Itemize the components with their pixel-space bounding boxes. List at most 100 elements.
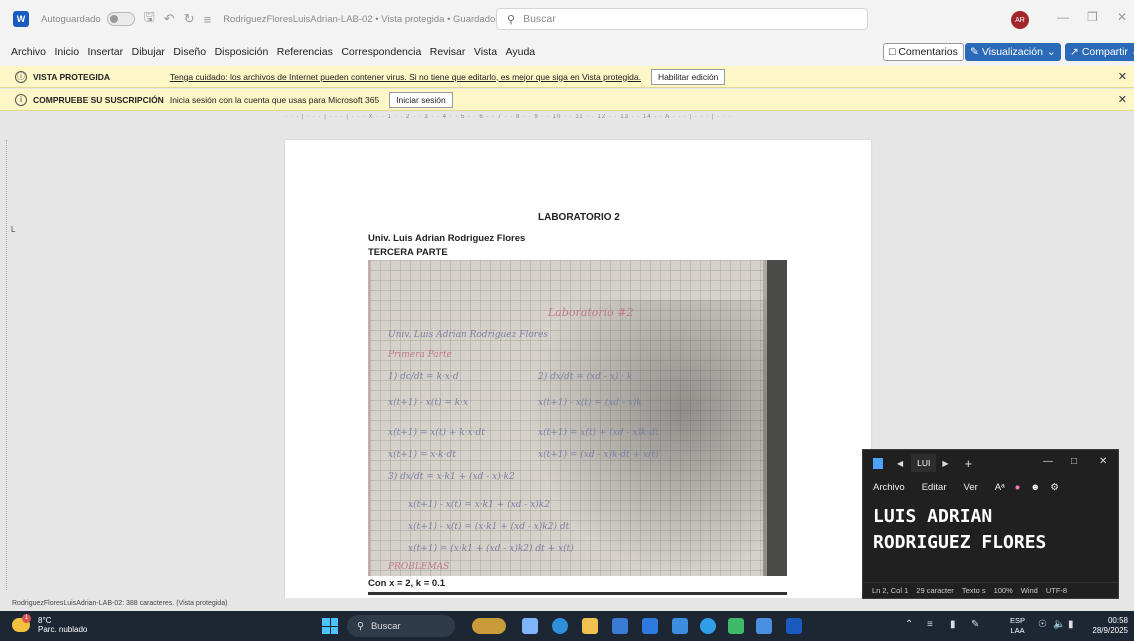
clock[interactable]: 00:58 28/9/2025 xyxy=(1084,616,1128,636)
restore-icon[interactable]: ❐ xyxy=(1087,10,1098,24)
document-author: Univ. Luis Adrian Rodriguez Flores xyxy=(368,233,526,244)
tab-dibujar[interactable]: Dibujar xyxy=(132,46,165,58)
save-icon[interactable]: 🖫 xyxy=(144,8,155,30)
tab-scroll-right-icon[interactable]: ▶ xyxy=(942,459,948,468)
widgets-icon[interactable] xyxy=(472,618,506,634)
language-indicator[interactable]: ESP LAA xyxy=(1010,616,1025,636)
view-mode-button[interactable]: ✎ Visualización ⌄ xyxy=(965,43,1061,61)
sign-in-button[interactable]: Iniciar sesión xyxy=(389,91,453,108)
close-icon[interactable]: ✕ xyxy=(1117,10,1127,24)
enable-editing-button[interactable]: Habilitar edición xyxy=(650,68,726,85)
notepad-taskbar-icon[interactable] xyxy=(756,618,772,634)
handwritten-line: x(t+1) - x(t) = x·k1 + (xd - x)k2 xyxy=(408,500,550,510)
vertical-ruler[interactable] xyxy=(6,140,18,590)
handwritten-line: 3) dx/dt = x·k1 + (xd - x)·k2 xyxy=(388,472,515,482)
autosave-toggle[interactable] xyxy=(106,12,135,26)
wifi-icon[interactable]: ☉ xyxy=(1038,619,1047,630)
outlook-icon[interactable] xyxy=(672,618,688,634)
close-icon[interactable]: ✕ xyxy=(1118,93,1127,106)
handwritten-line: x(t+1) - x(t) = (x·k1 + (xd - x)k2) dt xyxy=(408,522,570,532)
close-icon[interactable]: ✕ xyxy=(1099,456,1107,467)
tab-inicio[interactable]: Inicio xyxy=(55,46,80,58)
weather-condition: Parc. nublado xyxy=(38,625,88,634)
battery-icon[interactable]: ▮ xyxy=(1068,619,1074,630)
tab-ayuda[interactable]: Ayuda xyxy=(506,46,536,58)
weather-widget[interactable]: 1 8°C Parc. nublado xyxy=(12,614,88,634)
network-app-icon[interactable]: ≡ xyxy=(927,619,933,630)
handwritten-line: x(t+1) - x(t) = k·x xyxy=(388,398,469,408)
tab-archivo[interactable]: Archivo xyxy=(11,46,46,58)
settings-icon[interactable]: ⚙ xyxy=(1050,482,1059,493)
word-taskbar-icon[interactable] xyxy=(786,618,802,634)
subscription-message: Inicia sesión con la cuenta que usas par… xyxy=(169,94,380,105)
minimize-icon[interactable]: — xyxy=(1057,10,1069,24)
menu-ver[interactable]: Ver xyxy=(964,482,978,493)
document-title[interactable]: RodriguezFloresLuisAdrian-LAB-02 • Vista… xyxy=(223,14,505,25)
horizontal-ruler[interactable]: · · · | · · · | · · · | · · · X · · 1 · … xyxy=(285,114,871,124)
notepad-text-area[interactable]: LUIS ADRIAN RODRIGUEZ FLORES xyxy=(863,498,1118,564)
comments-button[interactable]: □ Comentarios xyxy=(883,43,964,61)
copilot-icon[interactable]: ● xyxy=(1015,482,1021,493)
tab-referencias[interactable]: Referencias xyxy=(277,46,333,58)
tab-revisar[interactable]: Revisar xyxy=(430,46,466,58)
start-button[interactable] xyxy=(322,618,338,634)
search-icon: ⚲ xyxy=(507,13,516,26)
handwritten-line: Laboratorio #2 xyxy=(548,306,634,319)
tab-disposicion[interactable]: Disposición xyxy=(215,46,269,58)
photo-edge xyxy=(767,260,787,576)
menu-editar[interactable]: Editar xyxy=(922,482,947,493)
undo-icon[interactable]: ↶ xyxy=(164,11,175,27)
status-text: RodriguezFloresLuisAdrian-LAB-02: 388 ca… xyxy=(12,600,228,607)
new-tab-icon[interactable]: + xyxy=(965,456,973,471)
volume-icon[interactable]: 🔈 xyxy=(1053,619,1065,630)
status-bar: RodriguezFloresLuisAdrian-LAB-02: 388 ca… xyxy=(0,598,1134,610)
clock-date: 28/9/2025 xyxy=(1092,626,1128,635)
pen-icon: ✎ xyxy=(970,46,979,58)
tab-correspondencia[interactable]: Correspondencia xyxy=(341,46,421,58)
handwritten-line: 2) dx/dt = (xd - x) · k xyxy=(538,372,633,382)
encoding: UTF-8 xyxy=(1045,586,1068,595)
tab-insertar[interactable]: Insertar xyxy=(88,46,124,58)
handwritten-line: x(t+1) = (xd - x)k·dt + x(t) xyxy=(538,450,659,460)
restore-icon[interactable]: □ xyxy=(1071,456,1077,467)
notepad-window[interactable]: ◀ LUI ▶ + — □ ✕ Archivo Editar Ver Aᵃ ● … xyxy=(862,449,1119,599)
taskbar-search-label: Buscar xyxy=(370,620,401,632)
file-explorer-icon[interactable] xyxy=(582,618,598,634)
tab-diseno[interactable]: Diseño xyxy=(173,46,206,58)
document-page[interactable]: LABORATORIO 2 Univ. Luis Adrian Rodrigue… xyxy=(285,140,871,600)
mail-icon[interactable] xyxy=(642,618,658,634)
search-input[interactable]: ⚲ Buscar xyxy=(496,8,868,30)
view-mode-label: Visualización xyxy=(981,46,1043,58)
font-size-icon[interactable]: Aᵃ xyxy=(995,482,1005,493)
chevron-up-icon[interactable]: ⌃ xyxy=(905,619,913,630)
media-icon[interactable]: ▮ xyxy=(950,619,956,630)
photo-shadow xyxy=(528,300,787,576)
page-divider xyxy=(368,592,787,595)
taskbar-search[interactable]: ⚲ Buscar xyxy=(347,615,455,637)
task-view-icon[interactable] xyxy=(522,618,538,634)
avatar[interactable]: AR xyxy=(1011,11,1029,29)
shield-icon: ⓘ xyxy=(15,70,27,83)
chrome-icon[interactable] xyxy=(700,618,716,634)
pen-tray-icon[interactable]: ✎ xyxy=(971,619,979,630)
account-icon[interactable]: ☻ xyxy=(1030,482,1040,493)
share-button[interactable]: ↗ Compartir ⌄ xyxy=(1065,43,1134,61)
minimize-icon[interactable]: — xyxy=(1043,456,1053,467)
tab-scroll-left-icon[interactable]: ◀ xyxy=(897,459,903,468)
share-icon: ↗ xyxy=(1070,46,1079,58)
menu-archivo[interactable]: Archivo xyxy=(873,482,905,493)
app-icon[interactable] xyxy=(728,618,744,634)
customize-qat-icon[interactable]: ≡ xyxy=(204,12,212,27)
notepad-line: LUIS ADRIAN xyxy=(873,506,993,527)
tab-vista[interactable]: Vista xyxy=(474,46,497,58)
notepad-tab[interactable]: LUI xyxy=(911,454,937,472)
chevron-down-icon: ⌄ xyxy=(1046,46,1056,58)
weather-icon: 1 xyxy=(12,614,31,632)
protected-view-message[interactable]: Tenga cuidado: los archivos de Internet … xyxy=(170,72,641,82)
edge-icon[interactable] xyxy=(552,618,568,634)
ruler-bar: L · · · | · · · | · · · | · · · X · · 1 … xyxy=(0,112,1134,234)
redo-icon[interactable]: ↻ xyxy=(184,11,195,27)
close-icon[interactable]: ✕ xyxy=(1118,70,1127,83)
clock-time: 00:58 xyxy=(1107,616,1128,625)
store-icon[interactable] xyxy=(612,618,628,634)
